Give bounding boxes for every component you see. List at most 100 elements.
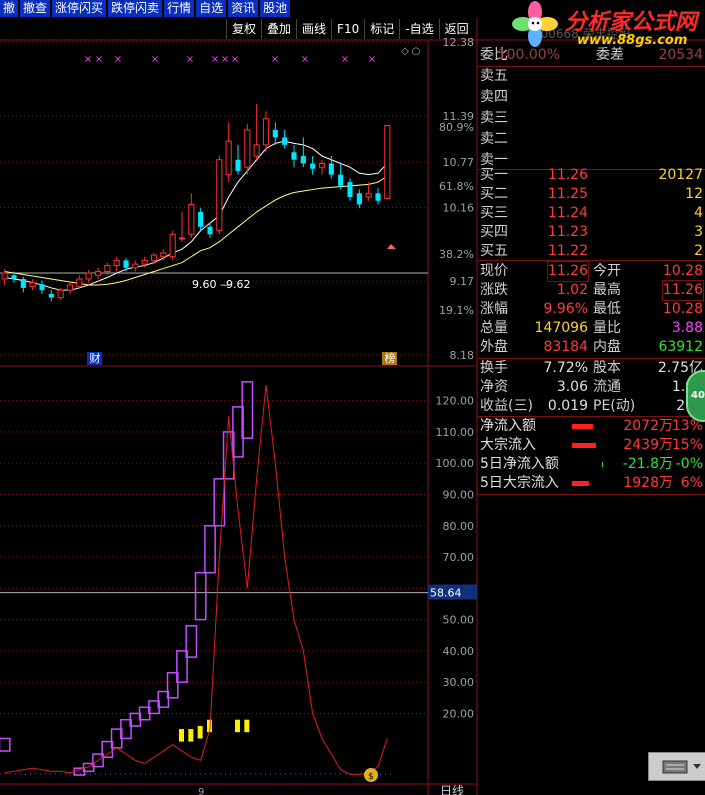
candle-body (225, 140, 232, 176)
weicha-value: 20534 (658, 47, 703, 63)
weicha-label: 委差 (596, 47, 624, 63)
candle-body (1, 272, 8, 280)
flow-bar (602, 462, 603, 467)
chart-toolbar-button-6[interactable]: 返回 (438, 19, 474, 39)
chart-toolbar-button-4[interactable]: 标记 (364, 19, 399, 39)
flow-bar (572, 443, 596, 448)
stat-label: 最高 (593, 282, 621, 298)
buy-price: 11.23 (547, 224, 588, 240)
toolbar-button-4[interactable]: 行情 (164, 0, 195, 17)
candle-body (150, 254, 158, 261)
flow-label: 5日大宗流入 (480, 475, 559, 491)
yellow-bar (188, 729, 194, 742)
flow-amount: 1928万 (623, 475, 673, 491)
quote-separator (478, 260, 705, 261)
buy-volume: 20127 (658, 167, 703, 183)
stat2-value: 7.72% (543, 360, 588, 376)
candle-body (160, 252, 167, 258)
sell-label: 卖二 (480, 131, 508, 147)
buy-row: 买五 11.22 2 (478, 242, 705, 261)
buy-row: 买四 11.23 3 (478, 223, 705, 242)
stat-value: 3.88 (671, 320, 703, 336)
float-badge[interactable]: 40 (686, 370, 705, 422)
signal-marker: × (301, 54, 309, 65)
flow-label: 大宗流入 (480, 437, 536, 453)
chart-toolbar-button-1[interactable]: 叠加 (261, 19, 296, 39)
quote-panel: 委比 100.00% 委差 20534 卖五 卖四 卖三 卖二 卖一 买一 11.26 20127 买二… (478, 40, 705, 500)
axis-date-tag: 9 (198, 787, 204, 795)
candle-body (207, 226, 213, 235)
stat-value: 1.02 (556, 282, 588, 298)
toolbar-button-1[interactable]: 撤查 (20, 0, 51, 17)
chart-toolbar-button-0[interactable]: 复权 (226, 19, 261, 39)
candle-body (384, 124, 391, 199)
buy-volume: 4 (694, 205, 703, 221)
stat-label: 现价 (480, 263, 508, 279)
buy-volume: 12 (685, 186, 703, 202)
buy-price: 11.25 (547, 186, 588, 202)
indicator-tick: 100.00 (436, 457, 475, 470)
sell-label: 卖五 (480, 68, 508, 84)
buy-row: 买三 11.24 4 (478, 204, 705, 223)
stat2-label: PE(动) (593, 398, 636, 414)
top-toolbar: 撤撤查 涨停闪买 跌停闪卖 行情 自选 资讯 股池 (0, 0, 300, 17)
stat2-label: 股本 (593, 360, 621, 376)
candle-body (365, 192, 372, 198)
candle-body (11, 275, 17, 279)
diamond-icon: ◇ (401, 46, 409, 57)
candle-body (48, 293, 54, 298)
chart-toolbar-button-3[interactable]: F10 (331, 19, 364, 39)
chart-toolbar-button-5[interactable]: -自选 (399, 19, 438, 39)
percent-tick: 19.1% (439, 304, 474, 317)
flow-row: 大宗流入 2439万 15% (478, 436, 705, 455)
toolbar-button-5[interactable]: 自选 (196, 0, 227, 17)
stat-label: 内盘 (593, 339, 621, 355)
stat2-row: 收益(三)0.019PE(动)297 (478, 397, 705, 416)
flow-percent: -0% (675, 456, 703, 472)
signal-marker: × (271, 54, 279, 65)
toolbar-button-0[interactable]: 撤 (0, 0, 19, 17)
stat-label: 涨幅 (480, 301, 508, 317)
indicator-tick: 70.00 (443, 551, 475, 564)
toolbar-button-6[interactable]: 资讯 (228, 0, 259, 17)
ma-label-left: 9.60 (192, 278, 217, 291)
stat-value: 147096 (534, 320, 588, 336)
ma10-line (4, 175, 388, 286)
toolbar-button-2[interactable]: 涨停闪买 (52, 0, 107, 17)
candle-body (216, 159, 223, 232)
signal-marker: × (151, 54, 159, 65)
buy-label: 买五 (480, 243, 508, 259)
signal-marker: × (114, 54, 122, 65)
candle-body (178, 237, 186, 240)
stat-label: 今开 (593, 263, 621, 279)
buy-label: 买四 (480, 224, 508, 240)
buy-label: 买三 (480, 205, 508, 221)
candle-body (272, 129, 278, 138)
period-label: 日线 (440, 784, 464, 795)
stat2-row: 换手 7.72% 股本 2.75亿 (478, 359, 705, 378)
candle-body (141, 259, 148, 265)
flow-amount: 2072万 (623, 418, 673, 434)
indicator-current-value: 58.64 (430, 587, 462, 600)
chart-toolbar-button-2[interactable]: 画线 (296, 19, 331, 39)
price-tick: 10.16 (443, 201, 475, 214)
indicator-box (194, 571, 207, 621)
candle-body (328, 163, 334, 175)
marker-bang: 榜 (385, 351, 396, 365)
stat-row: 现价 11.26 今开 10.28 (478, 261, 705, 282)
keyboard-icon[interactable] (648, 752, 705, 781)
indicator-tick: 80.00 (443, 520, 475, 533)
stat-row: 涨跌 1.02 最高 11.26 (478, 280, 705, 301)
stat-label: 最低 (593, 301, 621, 317)
candle-body (76, 278, 83, 287)
buy-price: 11.24 (547, 205, 588, 221)
wei-value: 100.00% (497, 47, 560, 63)
marker-cai: 财 (90, 351, 101, 365)
sell-row: 卖四 (478, 88, 705, 107)
stat-label: 量比 (593, 320, 621, 336)
flow-amount: 2439万 (623, 437, 673, 453)
candle-body (235, 159, 241, 171)
toolbar-button-7[interactable]: 股池 (260, 0, 291, 17)
toolbar-button-3[interactable]: 跌停闪卖 (108, 0, 163, 17)
candle-body (198, 211, 204, 227)
